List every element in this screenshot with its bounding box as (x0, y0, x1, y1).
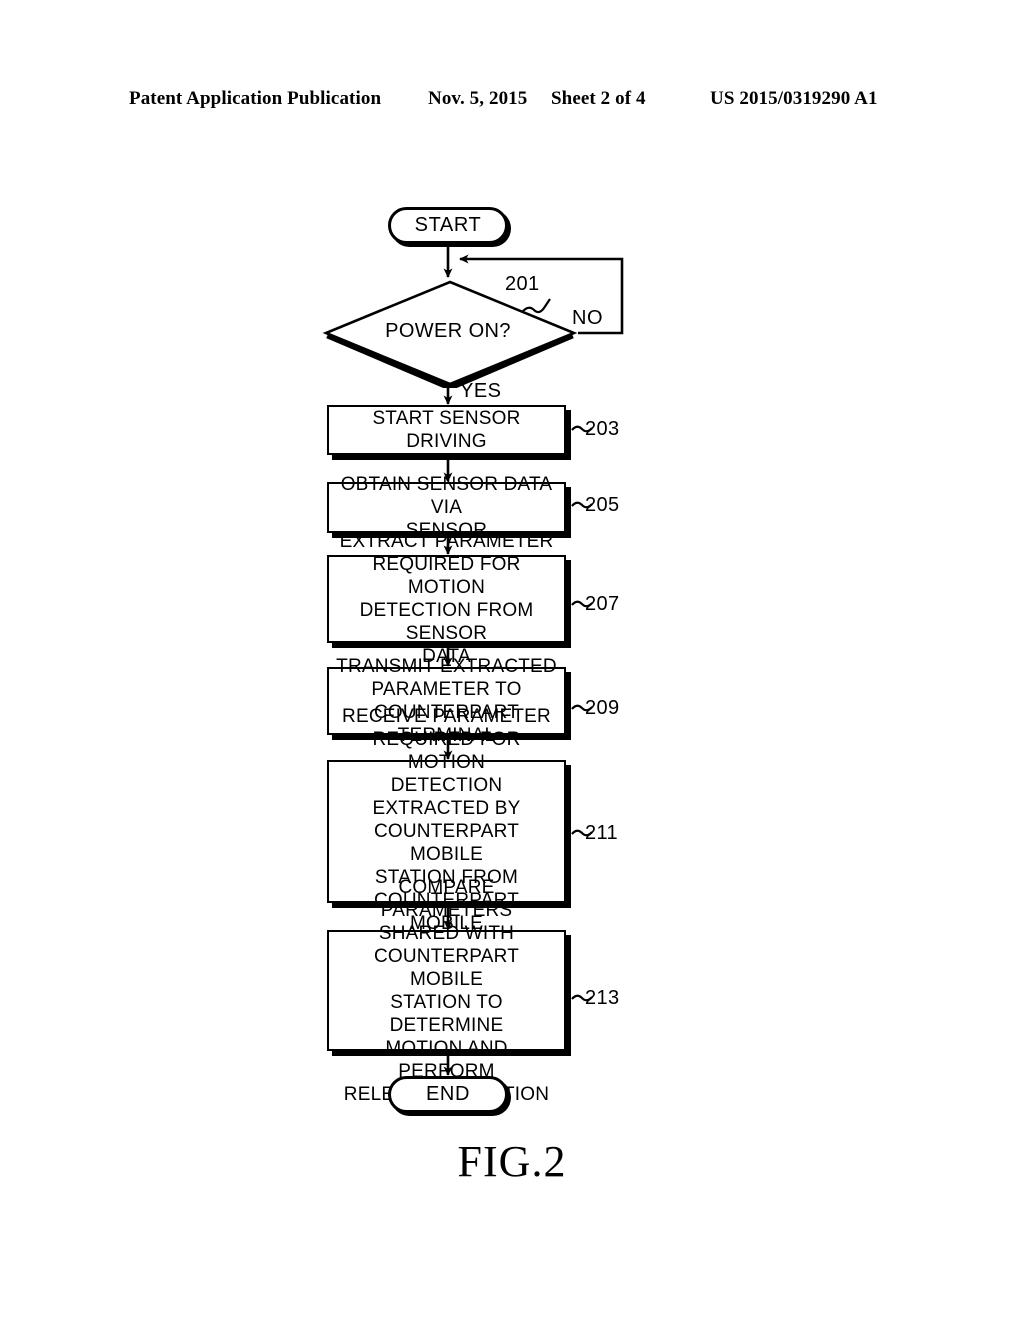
flowchart-figure: START POWER ON? YES NO 201 START SENSOR … (0, 0, 1024, 1320)
figure-caption: FIG.2 (457, 1137, 567, 1186)
reference-numeral-201: 201 (505, 273, 540, 295)
reference-numeral-205: 205 (585, 494, 620, 516)
reference-numeral-211: 211 (585, 822, 619, 844)
step-207-text: EXTRACT PARAMETER REQUIRED FOR MOTION DE… (339, 531, 554, 667)
flowchart-start-terminator: START (388, 207, 508, 244)
start-label: START (414, 214, 482, 236)
reference-numeral-207: 207 (585, 593, 620, 615)
flowchart-step-213: COMPARE PARAMETERS SHARED WITH COUNTERPA… (327, 877, 566, 1105)
branch-label-no: NO (572, 307, 603, 329)
reference-numeral-213: 213 (585, 987, 620, 1009)
flowchart-step-205: OBTAIN SENSOR DATA VIA SENSOR (327, 474, 566, 541)
branch-label-yes: YES (460, 380, 502, 402)
step-213-text: COMPARE PARAMETERS SHARED WITH COUNTERPA… (344, 876, 549, 1105)
flowchart-decision-diamond (322, 280, 578, 388)
flowchart-step-207: EXTRACT PARAMETER REQUIRED FOR MOTION DE… (327, 531, 566, 667)
end-label: END (425, 1083, 471, 1105)
step-203-text: START SENSOR DRIVING (372, 408, 521, 452)
reference-numeral-209: 209 (585, 697, 620, 719)
flowchart-end-terminator: END (388, 1076, 508, 1113)
reference-numeral-203: 203 (585, 418, 620, 440)
flowchart-step-203: START SENSOR DRIVING (327, 405, 566, 455)
